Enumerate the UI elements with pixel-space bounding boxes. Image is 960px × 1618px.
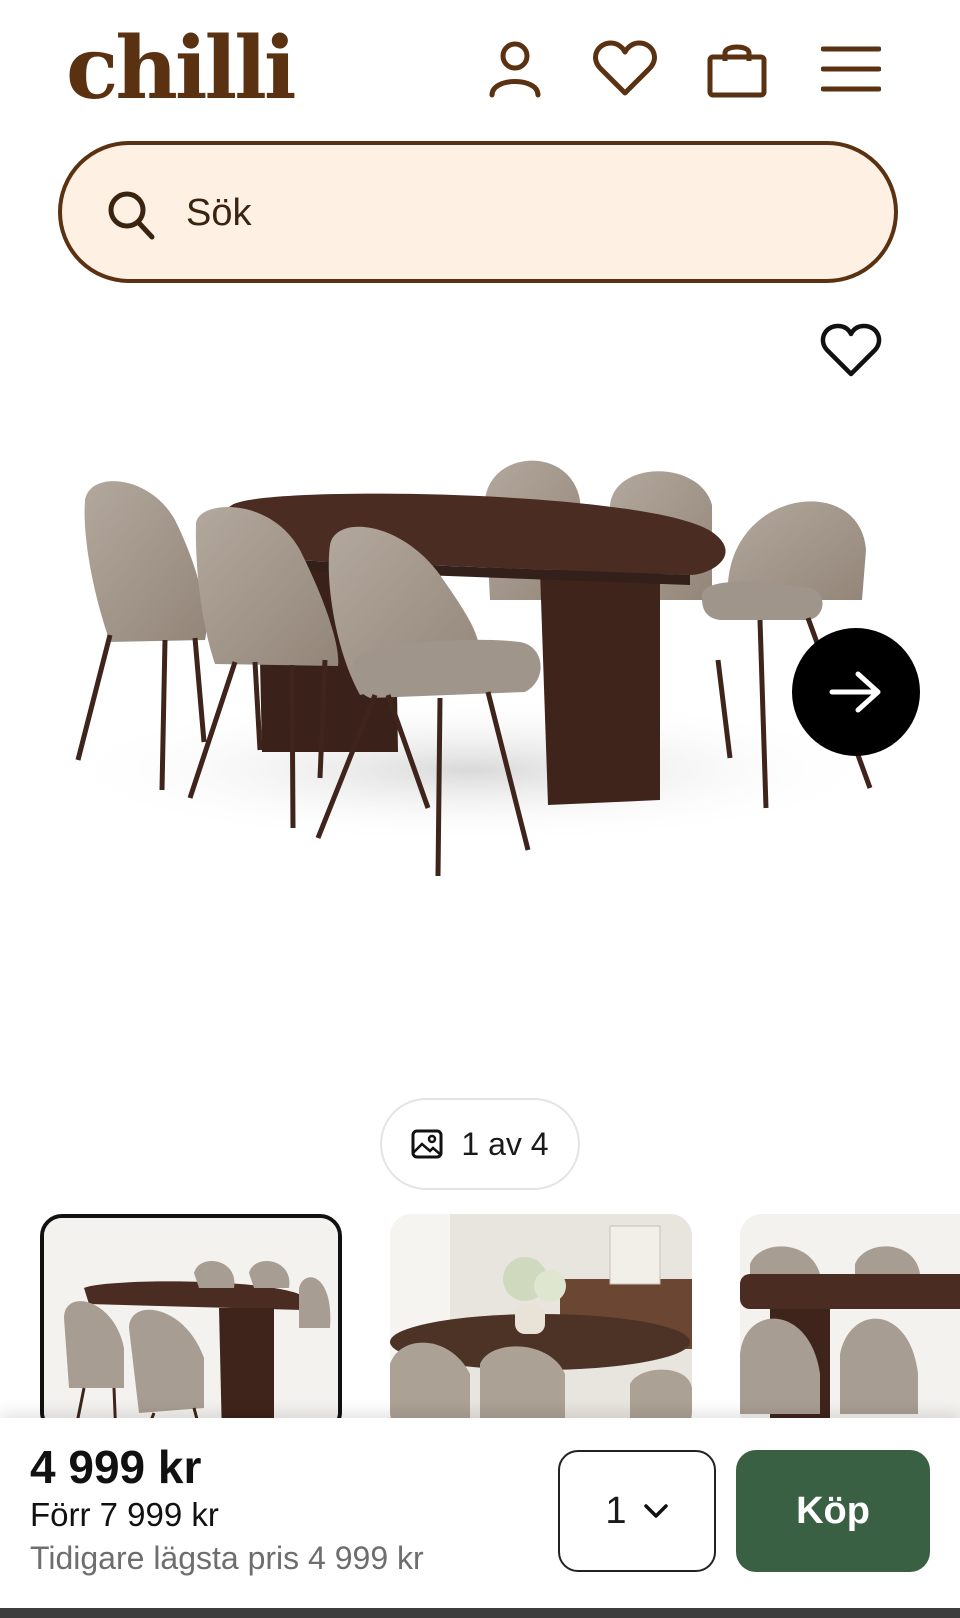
heart-icon[interactable] bbox=[592, 36, 658, 102]
quantity-select[interactable]: 1 bbox=[558, 1450, 716, 1572]
search-bar[interactable] bbox=[58, 141, 898, 283]
shopping-bag-icon[interactable] bbox=[704, 36, 770, 102]
chevron-down-icon bbox=[643, 1504, 668, 1518]
search-input[interactable] bbox=[184, 181, 788, 245]
thumbnail-strip bbox=[0, 1214, 960, 1418]
user-icon[interactable] bbox=[482, 36, 548, 102]
thumbnail-3[interactable] bbox=[740, 1214, 960, 1418]
image-counter-text: 1 av 4 bbox=[461, 1125, 549, 1162]
current-price: 4 999 kr bbox=[30, 1441, 202, 1493]
thumbnail-2-image bbox=[390, 1214, 692, 1418]
arrow-right-icon bbox=[829, 671, 881, 713]
image-counter: 1 av 4 bbox=[380, 1098, 580, 1190]
thumbnail-2[interactable] bbox=[390, 1214, 692, 1418]
quantity-value: 1 bbox=[605, 1489, 627, 1532]
purchase-bar: 4 999 kr Förr 7 999 kr Tidigare lägsta p… bbox=[0, 1418, 960, 1608]
menu-icon[interactable] bbox=[818, 36, 884, 102]
bottom-edge bbox=[0, 1608, 960, 1618]
search-icon bbox=[108, 191, 155, 240]
site-header: chilli bbox=[0, 0, 960, 135]
thumbnail-3-image bbox=[740, 1214, 960, 1418]
thumbnail-1-image bbox=[44, 1218, 338, 1418]
chilli-logo[interactable]: chilli bbox=[66, 14, 297, 124]
previous-price: Förr 7 999 kr bbox=[30, 1496, 219, 1533]
buy-button[interactable]: Köp bbox=[736, 1450, 930, 1572]
product-gallery bbox=[0, 300, 960, 1100]
thumbnail-1[interactable] bbox=[40, 1214, 342, 1418]
lowest-price-note: Tidigare lägsta pris 4 999 kr bbox=[30, 1540, 424, 1576]
image-icon bbox=[411, 1129, 443, 1159]
next-image-button[interactable] bbox=[792, 628, 920, 756]
